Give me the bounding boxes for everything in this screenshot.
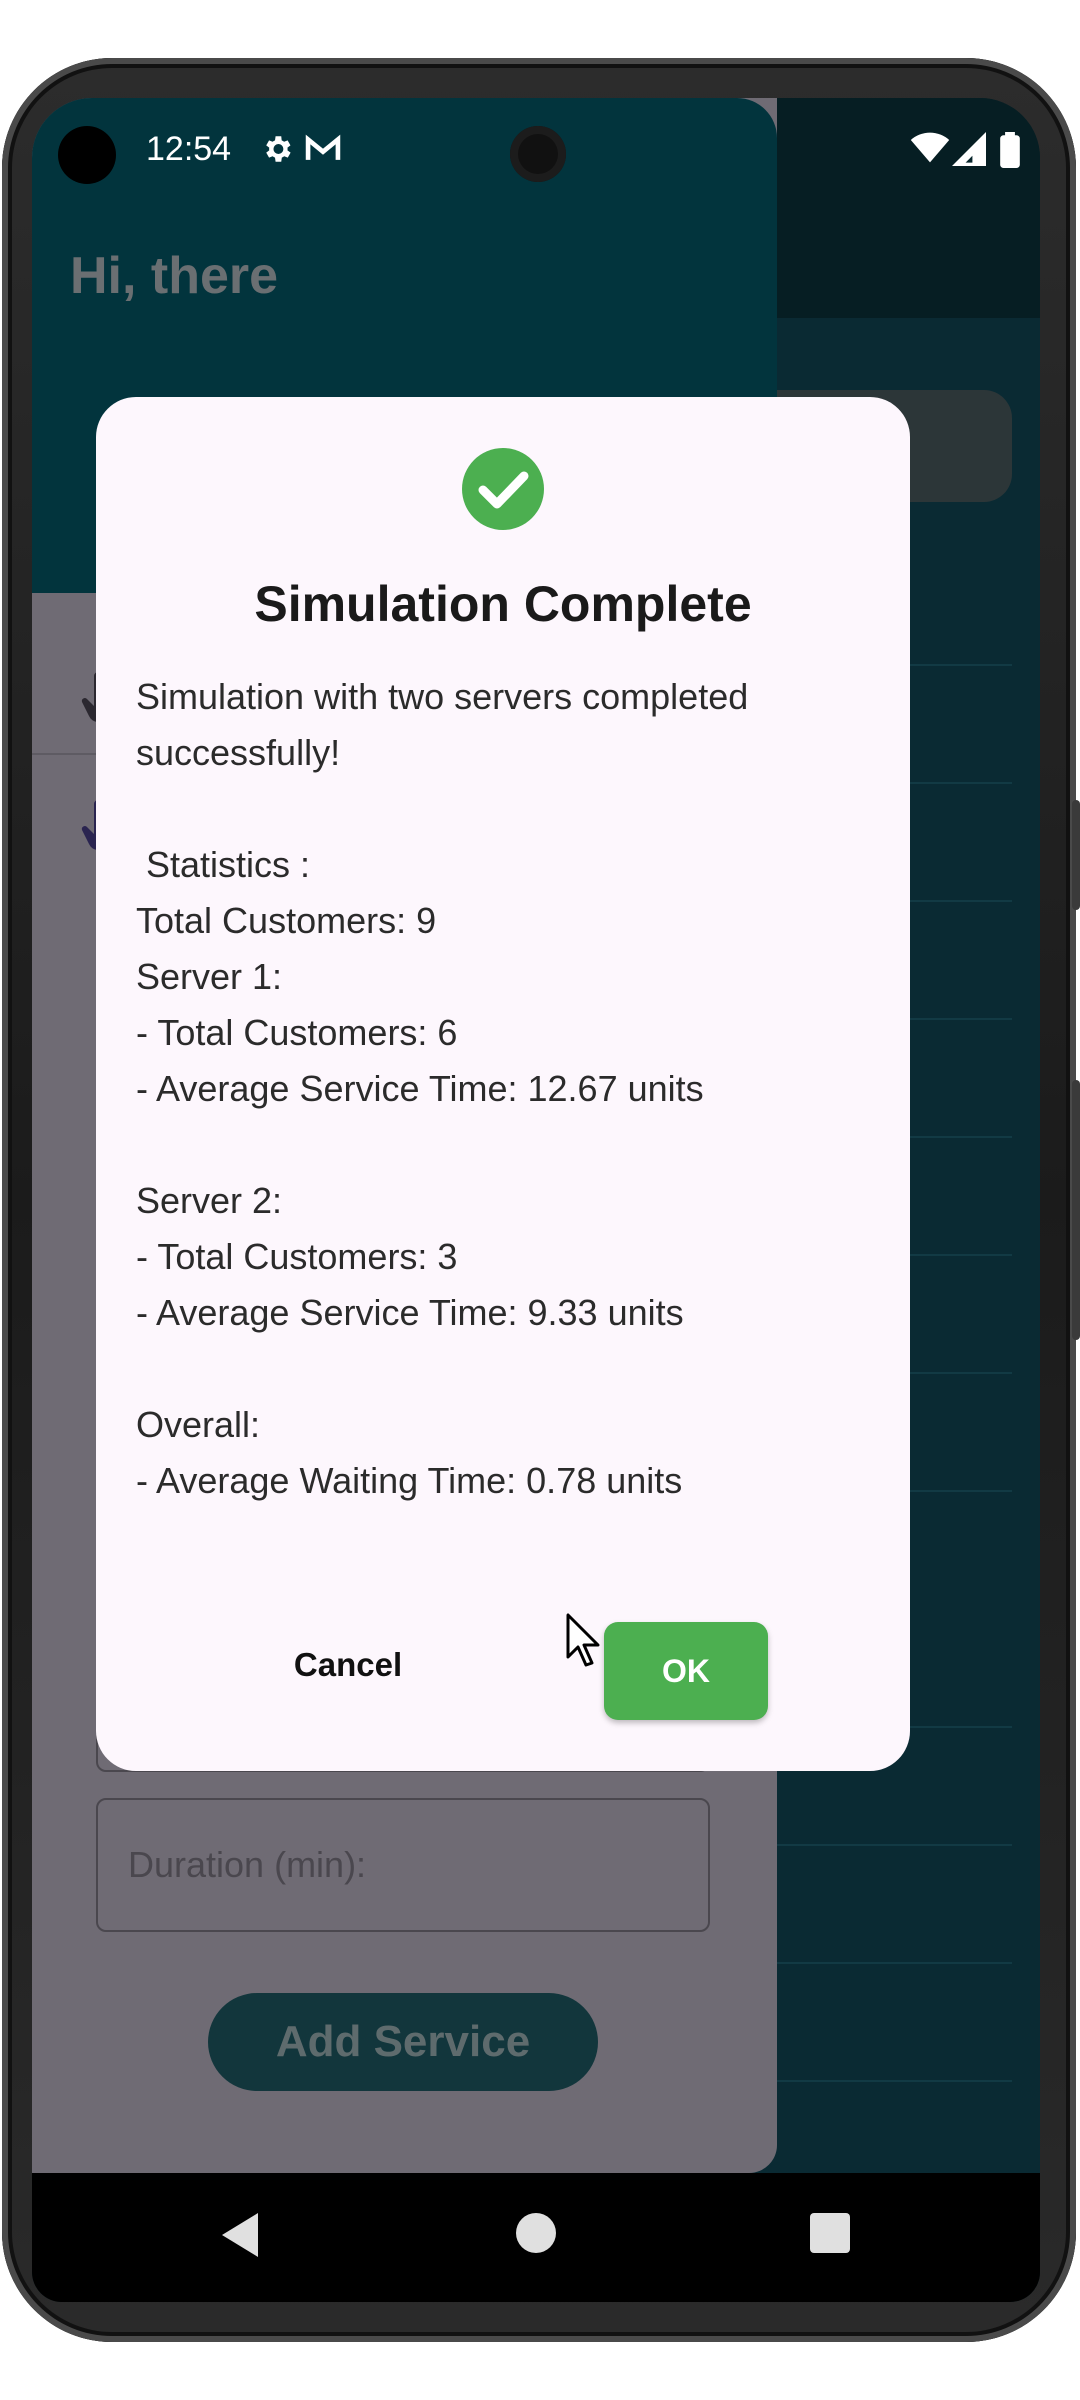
wifi-icon bbox=[910, 132, 950, 163]
gmail-icon bbox=[305, 134, 341, 160]
message-line bbox=[136, 781, 876, 837]
duration-field[interactable]: Duration (min): bbox=[96, 1798, 710, 1932]
message-line: Server 1: bbox=[136, 956, 283, 997]
message-line: Overall: bbox=[136, 1404, 261, 1445]
add-service-button[interactable]: Add Service bbox=[208, 1993, 598, 2091]
front-camera bbox=[58, 126, 116, 184]
back-icon[interactable] bbox=[222, 2213, 262, 2257]
background-divider bbox=[772, 1962, 1012, 1964]
message-line: Statistics : bbox=[136, 844, 311, 885]
message-line: - Average Service Time: 9.33 units bbox=[136, 1292, 684, 1333]
home-icon[interactable] bbox=[516, 2213, 556, 2253]
ok-button[interactable]: OK bbox=[604, 1622, 768, 1720]
battery-icon bbox=[1000, 132, 1020, 168]
message-line bbox=[136, 1341, 876, 1397]
cancel-button[interactable]: Cancel bbox=[266, 1617, 430, 1713]
recents-icon[interactable] bbox=[810, 2213, 850, 2253]
status-time: 12:54 bbox=[146, 130, 232, 168]
device-frame: Hi, there Duration (min): Add Service 12… bbox=[0, 0, 1080, 2400]
dialog-title: Simulation Complete bbox=[254, 576, 752, 632]
system-navigation-bar bbox=[32, 2173, 1040, 2302]
message-line: Simulation with two servers completed bbox=[136, 676, 749, 717]
volume-button bbox=[1072, 800, 1080, 910]
punch-hole-camera bbox=[510, 126, 566, 182]
dialog-message: Simulation with two servers completed su… bbox=[136, 669, 876, 1509]
status-bar: 12:54 bbox=[32, 98, 1040, 198]
message-line bbox=[136, 1117, 876, 1173]
message-line: - Average Service Time: 12.67 units bbox=[136, 1068, 704, 1109]
check-circle-icon bbox=[462, 448, 544, 530]
message-line: successfully! bbox=[136, 732, 341, 773]
background-divider bbox=[772, 2080, 1012, 2082]
message-line: Total Customers: 9 bbox=[136, 900, 437, 941]
message-line: - Total Customers: 6 bbox=[136, 1012, 458, 1053]
message-line: - Average Waiting Time: 0.78 units bbox=[136, 1460, 683, 1501]
message-line: - Total Customers: 3 bbox=[136, 1236, 458, 1277]
power-button bbox=[1072, 1080, 1080, 1340]
background-divider bbox=[772, 1844, 1012, 1846]
signal-icon bbox=[952, 132, 986, 166]
gear-icon bbox=[266, 136, 291, 162]
simulation-complete-dialog: Simulation Complete Simulation with two … bbox=[96, 397, 910, 1771]
greeting-text: Hi, there bbox=[70, 247, 279, 305]
mouse-cursor-icon bbox=[566, 1613, 600, 1667]
duration-field-label: Duration (min): bbox=[128, 1844, 367, 1885]
message-line: Server 2: bbox=[136, 1180, 283, 1221]
